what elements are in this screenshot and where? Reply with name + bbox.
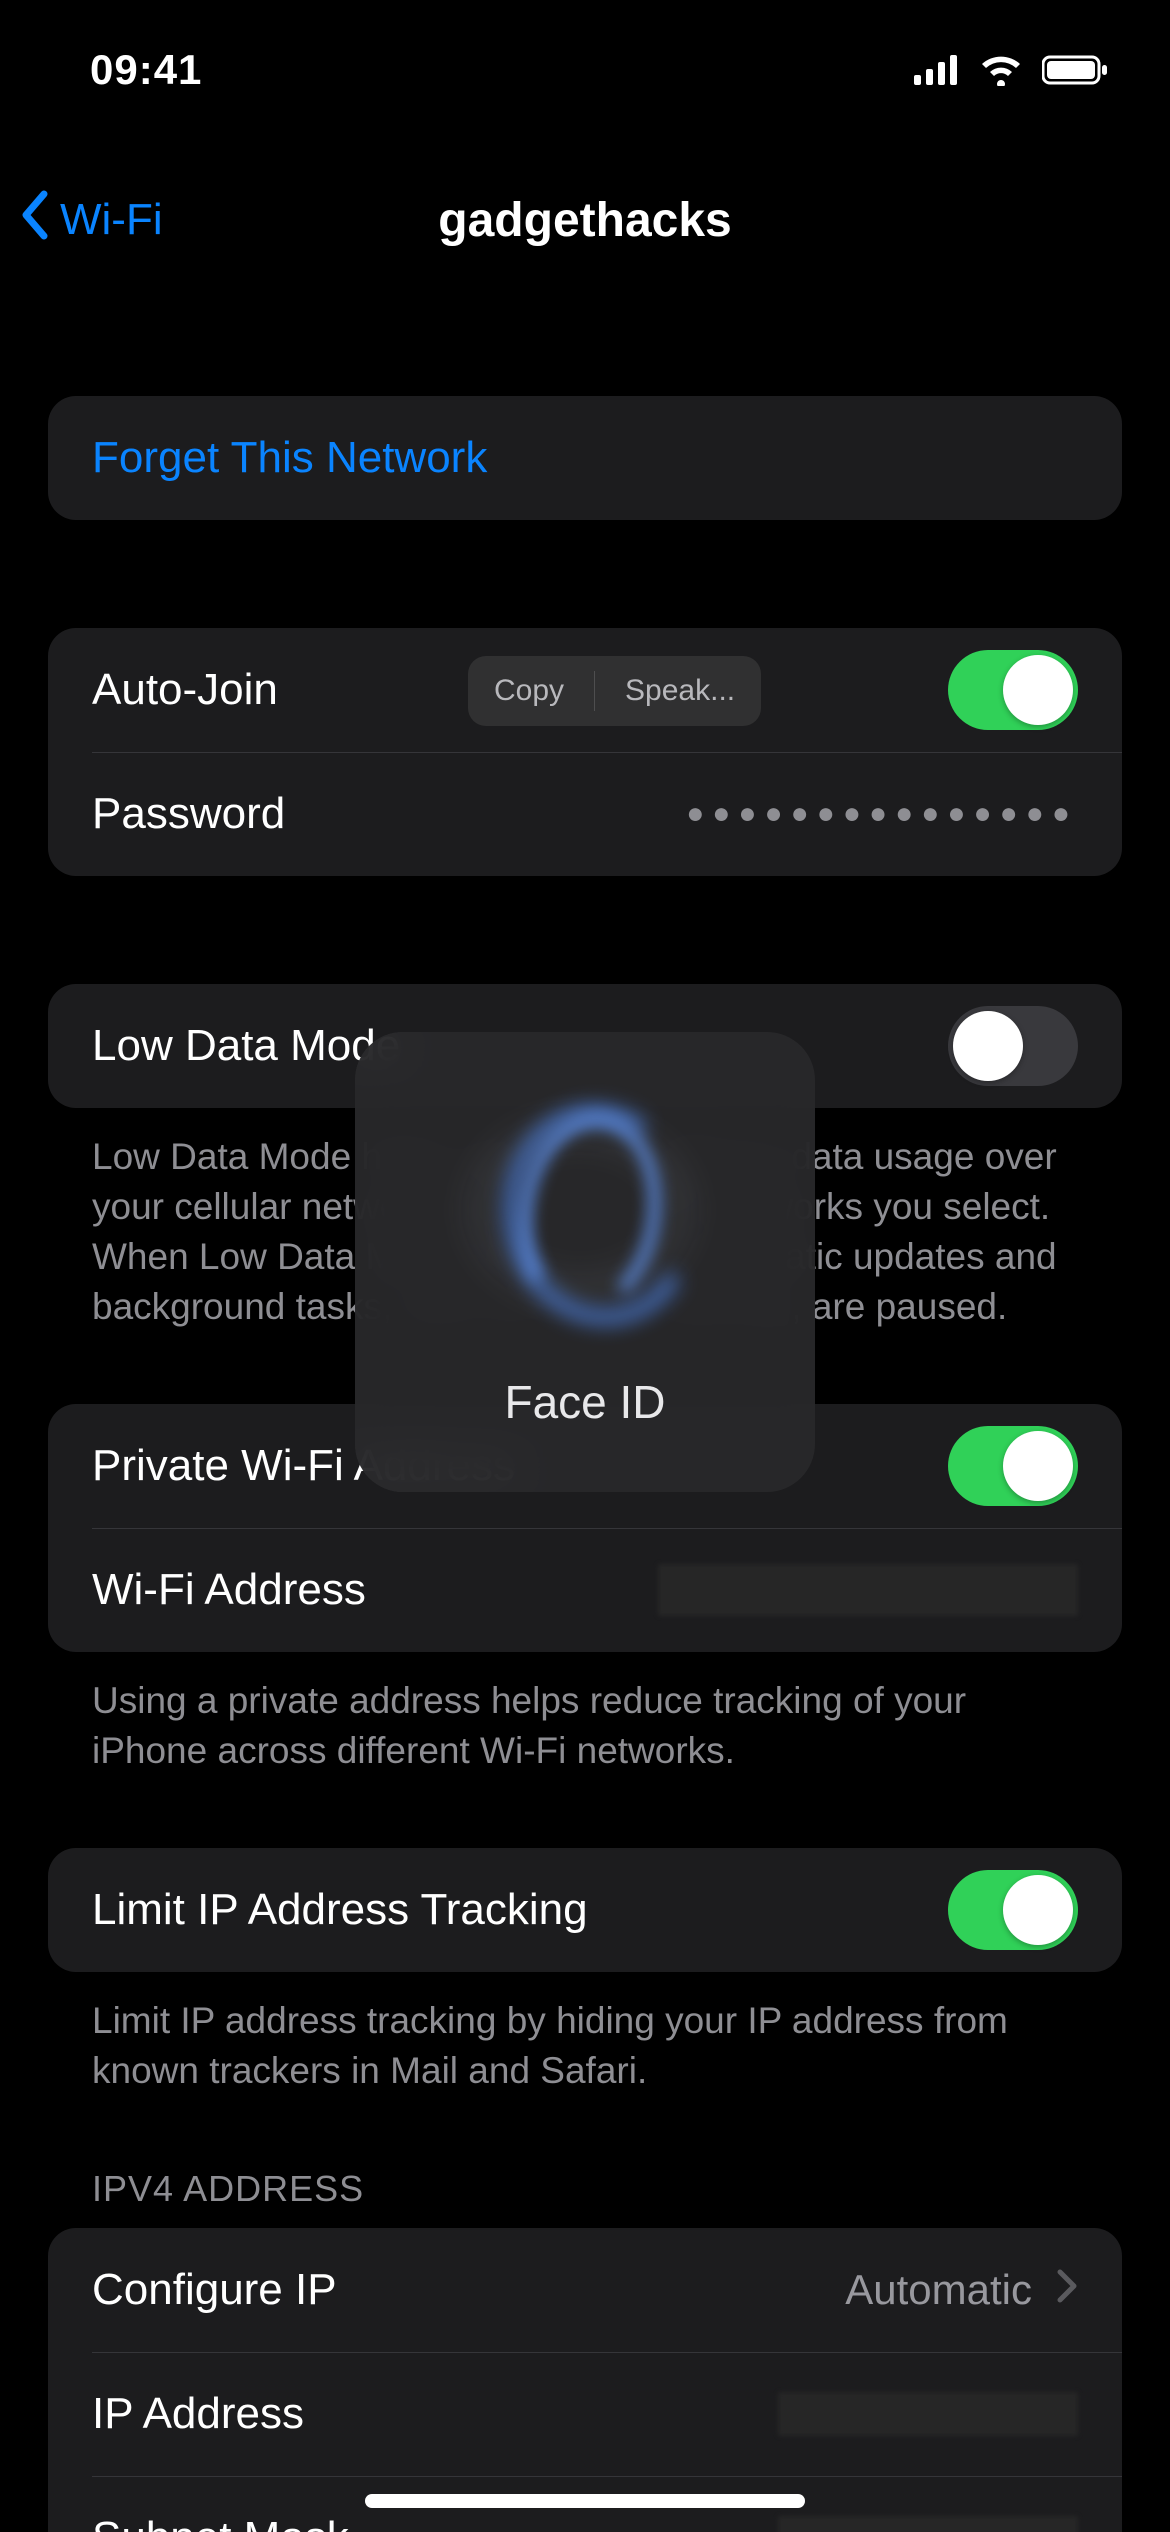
- group-forget: Forget This Network: [48, 396, 1122, 520]
- nav-bar: Wi-Fi gadgethacks: [0, 160, 1170, 280]
- private-wifi-footer: Using a private address helps reduce tra…: [48, 1652, 1122, 1776]
- face-id-icon: [465, 1095, 705, 1335]
- forget-network-label: Forget This Network: [92, 433, 1078, 483]
- cellular-icon: [914, 55, 960, 85]
- subnet-mask-label: Subnet Mask: [92, 2513, 778, 2532]
- group-ipv4: Configure IP Automatic IP Address Subnet…: [48, 2228, 1122, 2532]
- auto-join-toggle[interactable]: [948, 650, 1078, 730]
- home-indicator[interactable]: [365, 2494, 805, 2508]
- context-menu-speak[interactable]: Speak...: [625, 674, 735, 708]
- private-wifi-toggle[interactable]: [948, 1426, 1078, 1506]
- limit-ip-toggle[interactable]: [948, 1870, 1078, 1950]
- chevron-right-icon: [1056, 2265, 1078, 2315]
- row-wifi-address[interactable]: Wi-Fi Address: [48, 1528, 1122, 1652]
- limit-ip-label: Limit IP Address Tracking: [92, 1885, 948, 1935]
- ipv4-header: IPV4 ADDRESS: [48, 2168, 1122, 2228]
- wifi-address-value-redacted: [658, 1564, 1078, 1616]
- ip-address-label: IP Address: [92, 2389, 778, 2439]
- wifi-icon: [978, 54, 1024, 86]
- configure-ip-label: Configure IP: [92, 2265, 845, 2315]
- status-bar: 09:41: [0, 0, 1170, 140]
- face-id-label: Face ID: [504, 1375, 665, 1429]
- group-limit-ip: Limit IP Address Tracking: [48, 1848, 1122, 1972]
- status-time: 09:41: [90, 46, 202, 94]
- row-configure-ip[interactable]: Configure IP Automatic: [48, 2228, 1122, 2352]
- context-menu: Copy Speak...: [468, 656, 761, 726]
- subnet-mask-value-redacted: [778, 2516, 1078, 2532]
- group-join: Auto-Join Password ●●●●●●●●●●●●●●● Copy …: [48, 628, 1122, 876]
- configure-ip-value: Automatic: [845, 2266, 1032, 2314]
- limit-ip-footer: Limit IP address tracking by hiding your…: [48, 1972, 1122, 2096]
- battery-icon: [1042, 54, 1110, 86]
- row-password[interactable]: Password ●●●●●●●●●●●●●●●: [48, 752, 1122, 876]
- page-title: gadgethacks: [0, 193, 1170, 248]
- context-menu-copy[interactable]: Copy: [494, 674, 564, 708]
- wifi-address-label: Wi-Fi Address: [92, 1565, 658, 1615]
- divider: [594, 671, 595, 711]
- ip-address-value-redacted: [778, 2392, 1078, 2436]
- row-limit-ip-tracking: Limit IP Address Tracking: [48, 1848, 1122, 1972]
- password-label: Password: [92, 789, 686, 839]
- row-ip-address: IP Address: [48, 2352, 1122, 2476]
- forget-network-button[interactable]: Forget This Network: [48, 396, 1122, 520]
- low-data-toggle[interactable]: [948, 1006, 1078, 1086]
- face-id-prompt: Face ID: [355, 1032, 815, 1492]
- status-icons: [914, 54, 1110, 86]
- password-mask: ●●●●●●●●●●●●●●●: [686, 797, 1078, 831]
